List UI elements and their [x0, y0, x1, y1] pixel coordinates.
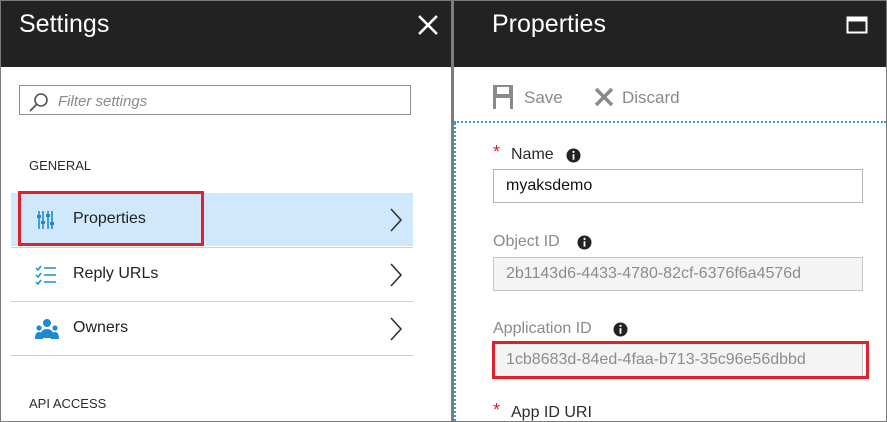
section-general: GENERAL	[29, 158, 92, 173]
object-id-field[interactable]: 2b1143d6-4433-4780-82cf-6376f6a4576d	[493, 257, 863, 291]
name-input[interactable]: myaksdemo	[493, 169, 863, 203]
nav-label-reply-urls: Reply URLs	[73, 265, 159, 282]
info-icon[interactable]	[613, 322, 628, 337]
settings-blade: Settings Filter settings GENERAL Propert…	[1, 1, 451, 421]
owners-people-icon	[35, 319, 59, 339]
nav-item-owners[interactable]: Owners	[11, 302, 413, 355]
chevron-right-icon	[390, 208, 403, 232]
settings-header: Settings	[1, 1, 451, 67]
discard-button[interactable]: Discard	[592, 83, 692, 111]
highlight-box-application-id	[492, 341, 869, 379]
section-api-access: API ACCESS	[29, 396, 107, 411]
chevron-right-icon	[390, 263, 403, 287]
save-label: Save	[524, 88, 563, 107]
screenshot-frame: Settings Filter settings GENERAL Propert…	[0, 0, 887, 422]
highlight-box-properties	[18, 191, 204, 246]
properties-title: Properties	[492, 10, 606, 38]
close-icon[interactable]	[414, 11, 442, 39]
nav-item-reply-urls[interactable]: Reply URLs	[11, 248, 413, 301]
info-icon[interactable]	[566, 148, 581, 163]
filter-settings-input[interactable]: Filter settings	[19, 85, 411, 115]
name-label: Name	[511, 146, 554, 163]
discard-label: Discard	[622, 88, 680, 107]
search-icon	[29, 93, 48, 112]
discard-icon	[594, 87, 614, 107]
info-icon[interactable]	[577, 235, 592, 250]
application-id-label: Application ID	[493, 320, 592, 337]
object-id-label: Object ID	[493, 233, 560, 250]
maximize-icon[interactable]	[846, 16, 868, 34]
required-asterisk: *	[493, 142, 501, 162]
list-check-icon	[35, 265, 56, 286]
save-button[interactable]: Save	[492, 83, 572, 111]
filter-placeholder: Filter settings	[58, 93, 148, 110]
required-asterisk: *	[493, 400, 501, 420]
app-id-uri-label: App ID URI	[511, 404, 592, 421]
object-id-value: 2b1143d6-4433-4780-82cf-6376f6a4576d	[506, 265, 802, 282]
settings-title: Settings	[19, 10, 110, 38]
properties-header: Properties	[454, 1, 886, 67]
chevron-right-icon	[390, 317, 403, 341]
name-value: myaksdemo	[506, 177, 593, 194]
properties-form: * Name myaksdemo Object ID 2b1143d6-4433…	[454, 123, 886, 421]
properties-blade: Properties Save Discard * Name myaksdemo…	[454, 1, 886, 421]
nav-label-owners: Owners	[73, 319, 129, 336]
divider	[11, 355, 413, 356]
save-icon	[493, 85, 513, 109]
